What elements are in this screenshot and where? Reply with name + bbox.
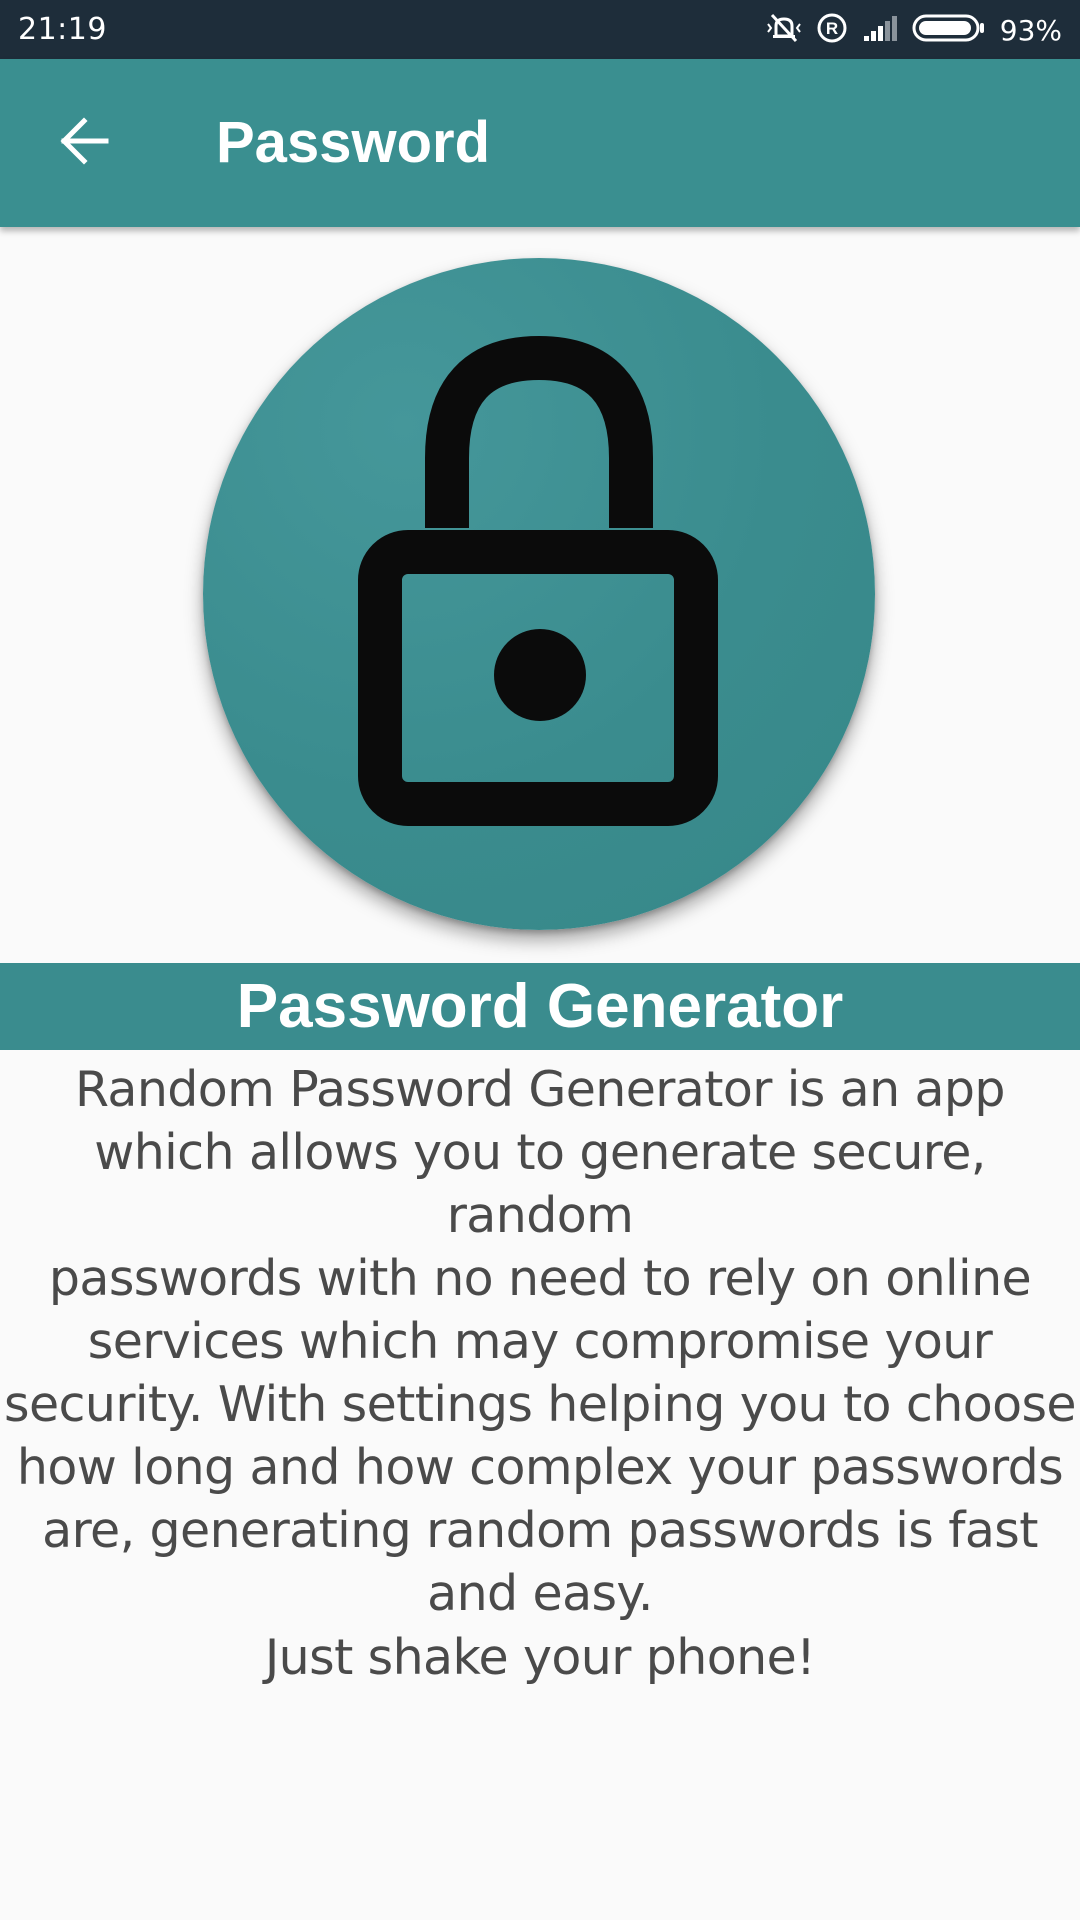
description-line: security. With settings helping you to c… bbox=[4, 1376, 1076, 1433]
status-bar: 21:19 R 93% bbox=[0, 0, 1080, 59]
banner-title: Password Generator bbox=[236, 971, 844, 1041]
title-banner: Password Generator bbox=[0, 963, 1080, 1050]
battery-icon bbox=[912, 13, 986, 48]
shake-tagline: Just shake your phone! bbox=[264, 1629, 816, 1686]
back-button[interactable] bbox=[44, 103, 124, 183]
description-line: are, generating random passwords is fast bbox=[42, 1502, 1038, 1559]
hero-lock-badge bbox=[203, 258, 875, 930]
description-line: and easy. bbox=[427, 1565, 653, 1622]
app-bar: Password bbox=[0, 59, 1080, 227]
page-title: Password bbox=[216, 110, 490, 175]
description-line: which allows you to generate secure, ran… bbox=[94, 1124, 986, 1244]
mute-vibrate-icon bbox=[766, 10, 802, 51]
arrow-back-icon bbox=[58, 115, 110, 172]
battery-percent: 93% bbox=[999, 13, 1062, 47]
status-time: 21:19 bbox=[18, 12, 107, 47]
description-line: how long and how complex your passwords bbox=[16, 1439, 1064, 1496]
description-line: Random Password Generator is an app bbox=[75, 1061, 1006, 1118]
description-line: services which may compromise your bbox=[87, 1313, 993, 1370]
status-icons: R 93% bbox=[766, 9, 1062, 51]
description-line: passwords with no need to rely on online bbox=[48, 1250, 1032, 1307]
signal-icon bbox=[862, 14, 898, 47]
registered-icon: R bbox=[816, 12, 848, 49]
description-text: Random Password Generator is an app whic… bbox=[0, 1058, 1080, 1625]
svg-text:R: R bbox=[826, 19, 838, 38]
